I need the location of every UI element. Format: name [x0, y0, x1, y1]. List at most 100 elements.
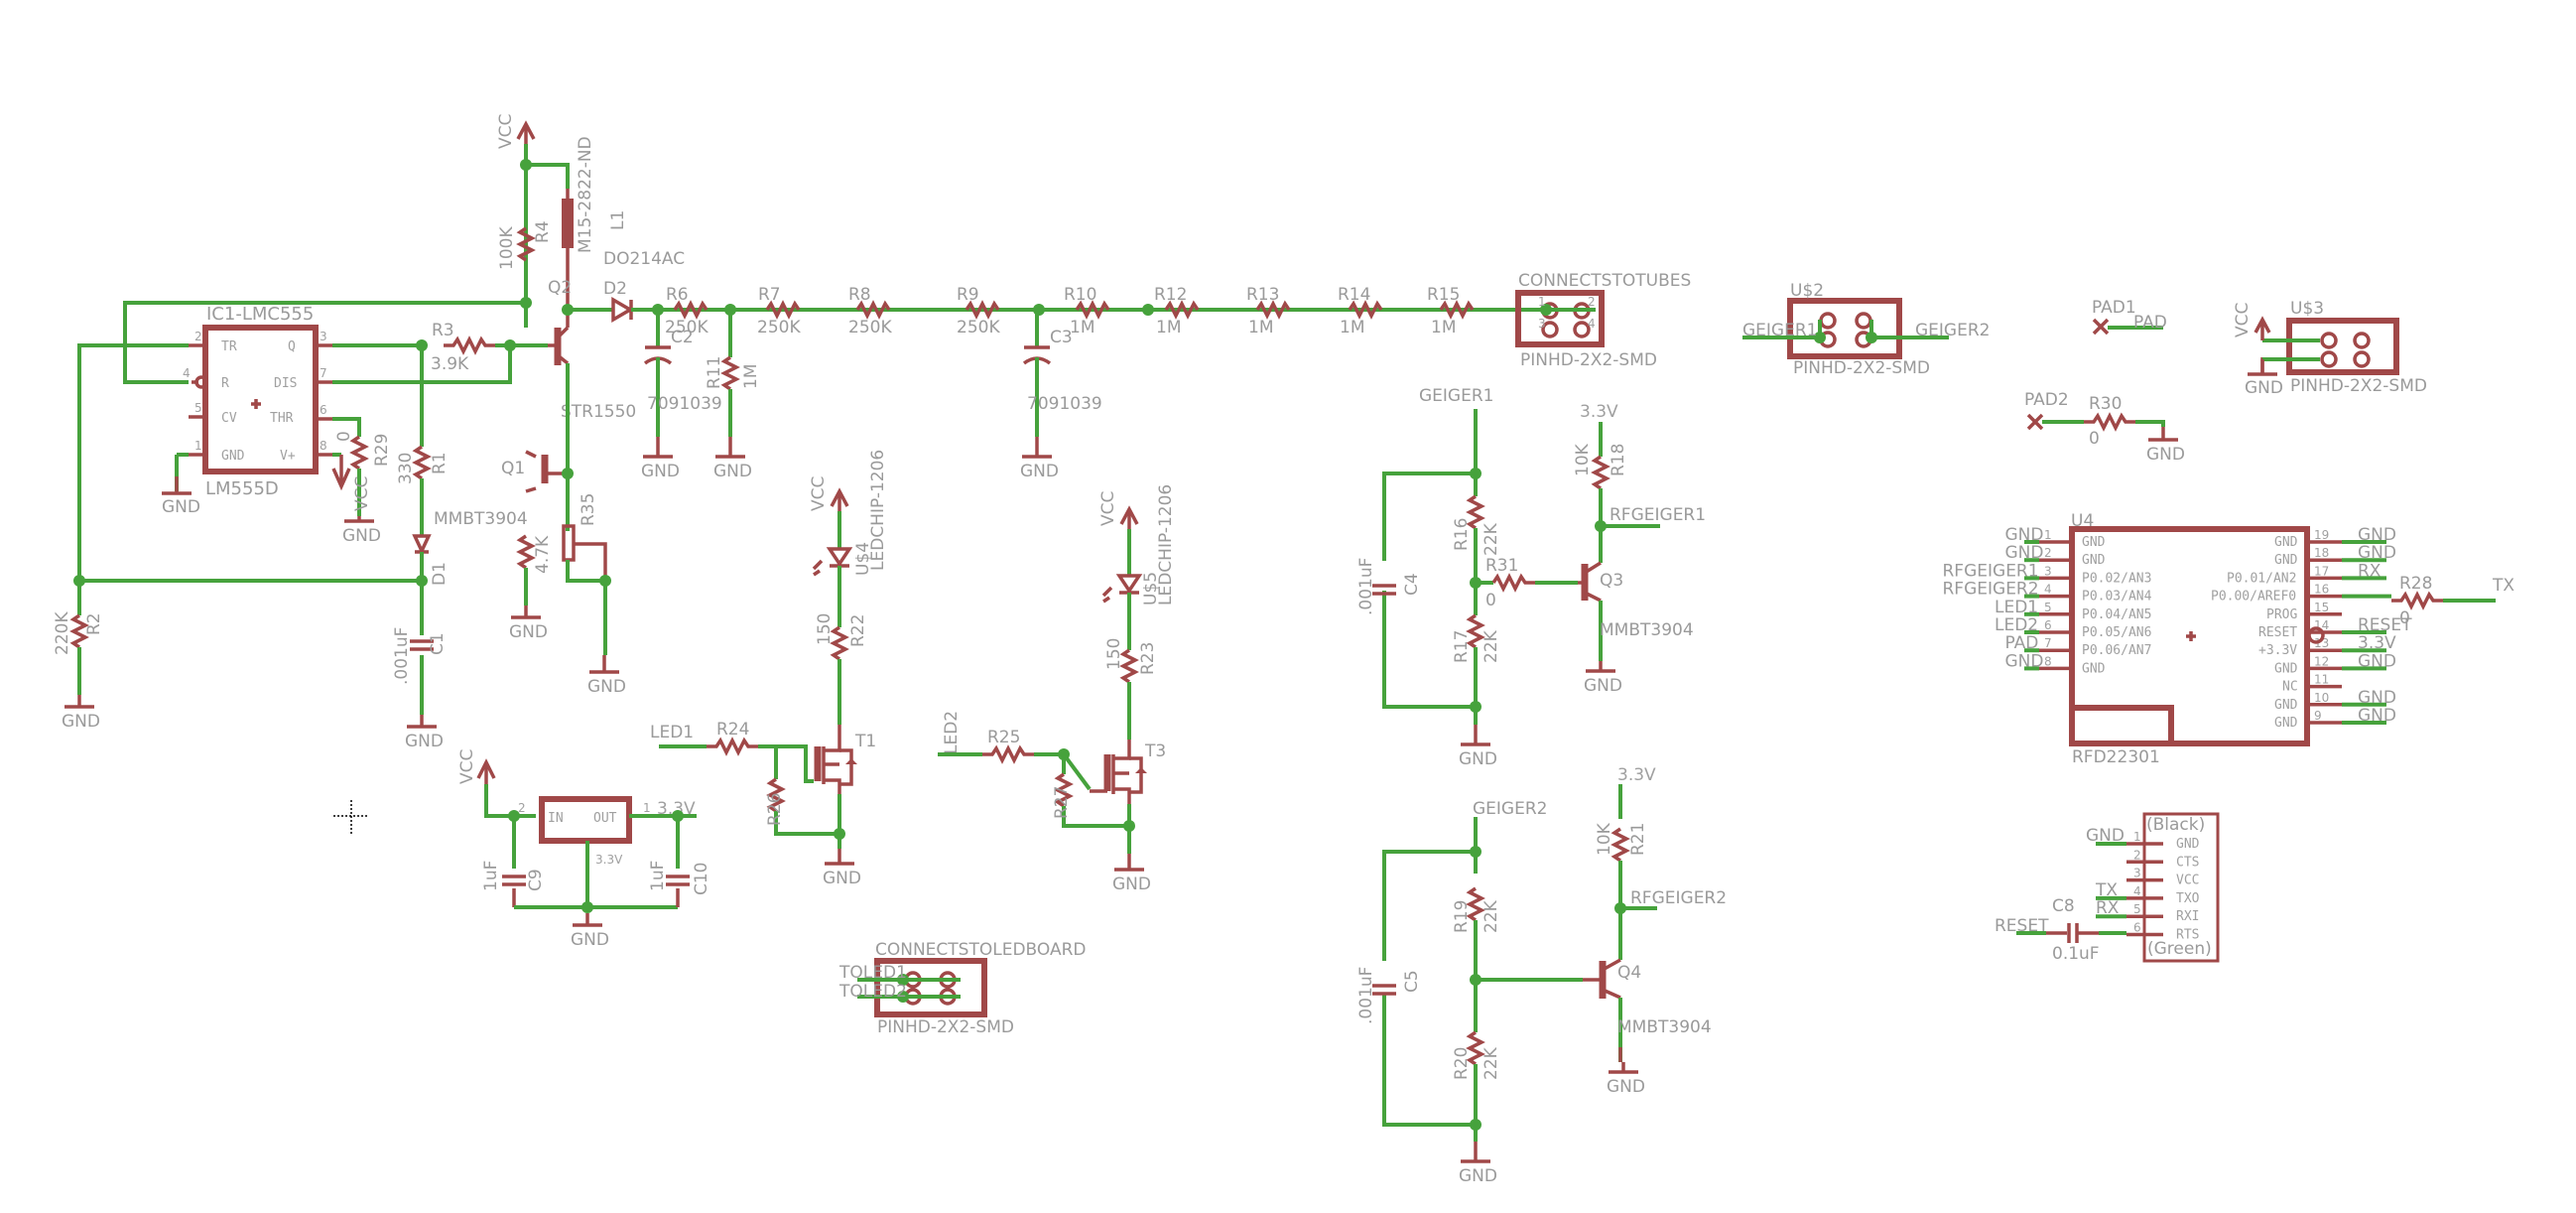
geiger1-conditioning[interactable]: GEIGER1 R16 22K R31 0 R17 22K .001uF C4 …: [1356, 386, 1706, 725]
connector-ledboard[interactable]: CONNECTSTOLEDBOARD PINHD-2X2-SMD TOLED1 …: [838, 940, 1087, 1037]
connector-us2[interactable]: U$2 PINHD-2X2-SMD GEIGER1 GEIGER2: [1742, 281, 1990, 378]
u4-left-pins: 1 GNDGND2 GNDGND3 P0.02/AN3RFGEIGER14 P0.03/…: [1943, 525, 2152, 676]
gnd-symbol: GND: [2146, 427, 2185, 465]
connector-tubes-value: PINHD-2X2-SMD: [1520, 350, 1657, 370]
svg-text:250K: 250K: [757, 318, 801, 337]
gnd-symbols: GND GND GND GND GND GND GND GND GND GND …: [62, 357, 2283, 1186]
q1-value: MMBT3904: [434, 509, 528, 529]
svg-text:1M: 1M: [1340, 318, 1364, 337]
led-u4-icon[interactable]: [826, 547, 853, 568]
net-label: LED2: [1995, 615, 2038, 635]
net-label: TX: [2095, 880, 2118, 900]
d1-diode[interactable]: [412, 534, 432, 556]
r2-name: R2: [84, 612, 104, 635]
svg-text:GND: GND: [823, 869, 861, 888]
net-label-toled2: TOLED2: [838, 982, 907, 1002]
r3-name: R3: [432, 321, 454, 340]
r31-resistor[interactable]: [1491, 573, 1535, 593]
r34-resistor[interactable]: [516, 534, 536, 570]
svg-text:GND: GND: [342, 526, 381, 546]
led1-driver[interactable]: VCC U$4 LEDCHIP-1206 150 R22 LED1 R24 R2…: [650, 450, 888, 849]
r21-resistor[interactable]: [1610, 827, 1630, 863]
pin-name-q: Q: [288, 339, 296, 354]
pin-number: 2: [194, 330, 202, 343]
svg-text:GND: GND: [1584, 676, 1622, 696]
r35-name: R35: [579, 493, 598, 526]
gnd-symbol: GND: [342, 516, 381, 546]
led-u5-icon[interactable]: [1115, 574, 1143, 595]
pads[interactable]: PAD1 PAD PAD2 R30 0: [2024, 298, 2167, 449]
r24-resistor[interactable]: [707, 737, 758, 756]
gnd-symbol: GND: [1020, 437, 1059, 481]
pin-number: 15: [2314, 601, 2329, 614]
pad1-x-icon: [2092, 318, 2110, 336]
svg-text:GND: GND: [641, 462, 680, 481]
pin-name-dis: DIS: [274, 376, 297, 391]
svg-text:GND: GND: [1459, 1166, 1497, 1186]
c10-name: C10: [692, 862, 711, 895]
r1-resistor[interactable]: [412, 445, 432, 480]
d2-name: D2: [603, 279, 627, 299]
pin-number: 5: [194, 401, 202, 415]
q3-value: MMBT3904: [1600, 620, 1694, 640]
ic1-name: IC1-LMC555: [206, 304, 314, 325]
net-label-rfgeiger1: RFGEIGER1: [1610, 505, 1706, 525]
svg-text:VCC: VCC: [1098, 491, 1118, 526]
r28-resistor[interactable]: [2391, 591, 2443, 610]
l1-inductor[interactable]: [562, 199, 574, 248]
pin-number: 10: [2314, 691, 2329, 705]
net-label: GND: [2358, 688, 2396, 708]
r3-resistor[interactable]: [444, 336, 495, 355]
svg-text:R10: R10: [1064, 285, 1096, 305]
d2-diode[interactable]: [611, 296, 634, 324]
r30-resistor[interactable]: [2084, 412, 2135, 432]
net-label: GND: [2086, 826, 2125, 846]
c8-value: 0.1uF: [2052, 944, 2100, 964]
pin-name: P0.05/AN6: [2082, 625, 2151, 640]
connector-tubes[interactable]: CONNECTSTOTUBES PINHD-2X2-SMD 1 2 3 4: [1515, 271, 1691, 370]
svg-text:1: 1: [1538, 295, 1546, 309]
geiger2-conditioning[interactable]: GEIGER2 R19 22K R20 22K .001uF C5 3.3V 1…: [1356, 765, 1727, 1142]
r22-resistor[interactable]: [830, 625, 849, 661]
r29-resistor[interactable]: [349, 435, 369, 471]
schematic-canvas[interactable]: IC1-LMC555 LM555D 2 4 5 1 3 7 6 8 TR R C…: [0, 0, 2576, 1213]
r25-resistor[interactable]: [982, 744, 1034, 764]
pin-name: PROG: [2266, 607, 2297, 622]
r18-resistor[interactable]: [1591, 455, 1610, 490]
svg-text:VCC: VCC: [809, 476, 829, 511]
c5-name: C5: [1402, 970, 1422, 993]
r31-name: R31: [1485, 556, 1518, 576]
net-label: RX: [2096, 898, 2120, 918]
voltage-regulator[interactable]: VCC IN OUT 2 1 3.3V 3.3V 1uF C9 1uF C10: [457, 749, 711, 913]
svg-text:R9: R9: [957, 285, 979, 305]
svg-text:GND: GND: [1459, 749, 1497, 769]
rfduino-module[interactable]: U4 RFD22301 1 GNDGND2 GNDGND3 P0.02/AN3RFGE…: [1943, 511, 2515, 767]
ic1-555-timer[interactable]: IC1-LMC555 LM555D 2 4 5 1 3 7 6 8 TR R C…: [183, 304, 332, 499]
r23-resistor[interactable]: [1119, 648, 1139, 684]
r31-value: 0: [1485, 591, 1496, 610]
reg-out-label: OUT: [593, 811, 617, 826]
r11-resistor[interactable]: [720, 355, 740, 391]
pin-name: TXO: [2176, 891, 2200, 906]
gnd-symbol: GND: [713, 437, 752, 481]
r35-potentiometer[interactable]: [562, 524, 576, 562]
svg-text:GND: GND: [713, 462, 752, 481]
led2-driver[interactable]: VCC U$5 LEDCHIP-1206 150 R23 LED2 R25 R2…: [938, 484, 1176, 854]
pin-number: 18: [2314, 546, 2329, 560]
pin-name: CTS: [2176, 855, 2199, 870]
svg-text:GND: GND: [509, 622, 548, 642]
pin-number: 5: [2044, 601, 2052, 614]
ftdi-header[interactable]: (Black) (Green) 1 GNDGND2 CTS3 VCC4 TXOTX5 RX…: [1995, 812, 2220, 964]
net-label-rfgeiger2: RFGEIGER2: [1630, 888, 1727, 908]
d1-name: D1: [430, 562, 450, 586]
pin-name: GND: [2082, 535, 2106, 550]
r17-name: R17: [1452, 630, 1472, 663]
gnd-symbol: GND: [1112, 854, 1151, 894]
connector-tubes-name: CONNECTSTOTUBES: [1518, 271, 1691, 291]
svg-text:R6: R6: [666, 285, 689, 305]
net-label: RFGEIGER2: [1943, 580, 2039, 600]
r1-name: R1: [430, 452, 450, 474]
svg-text:VCC: VCC: [457, 749, 477, 784]
svg-text:GND: GND: [405, 732, 444, 751]
pin-number: 3: [2133, 867, 2141, 880]
